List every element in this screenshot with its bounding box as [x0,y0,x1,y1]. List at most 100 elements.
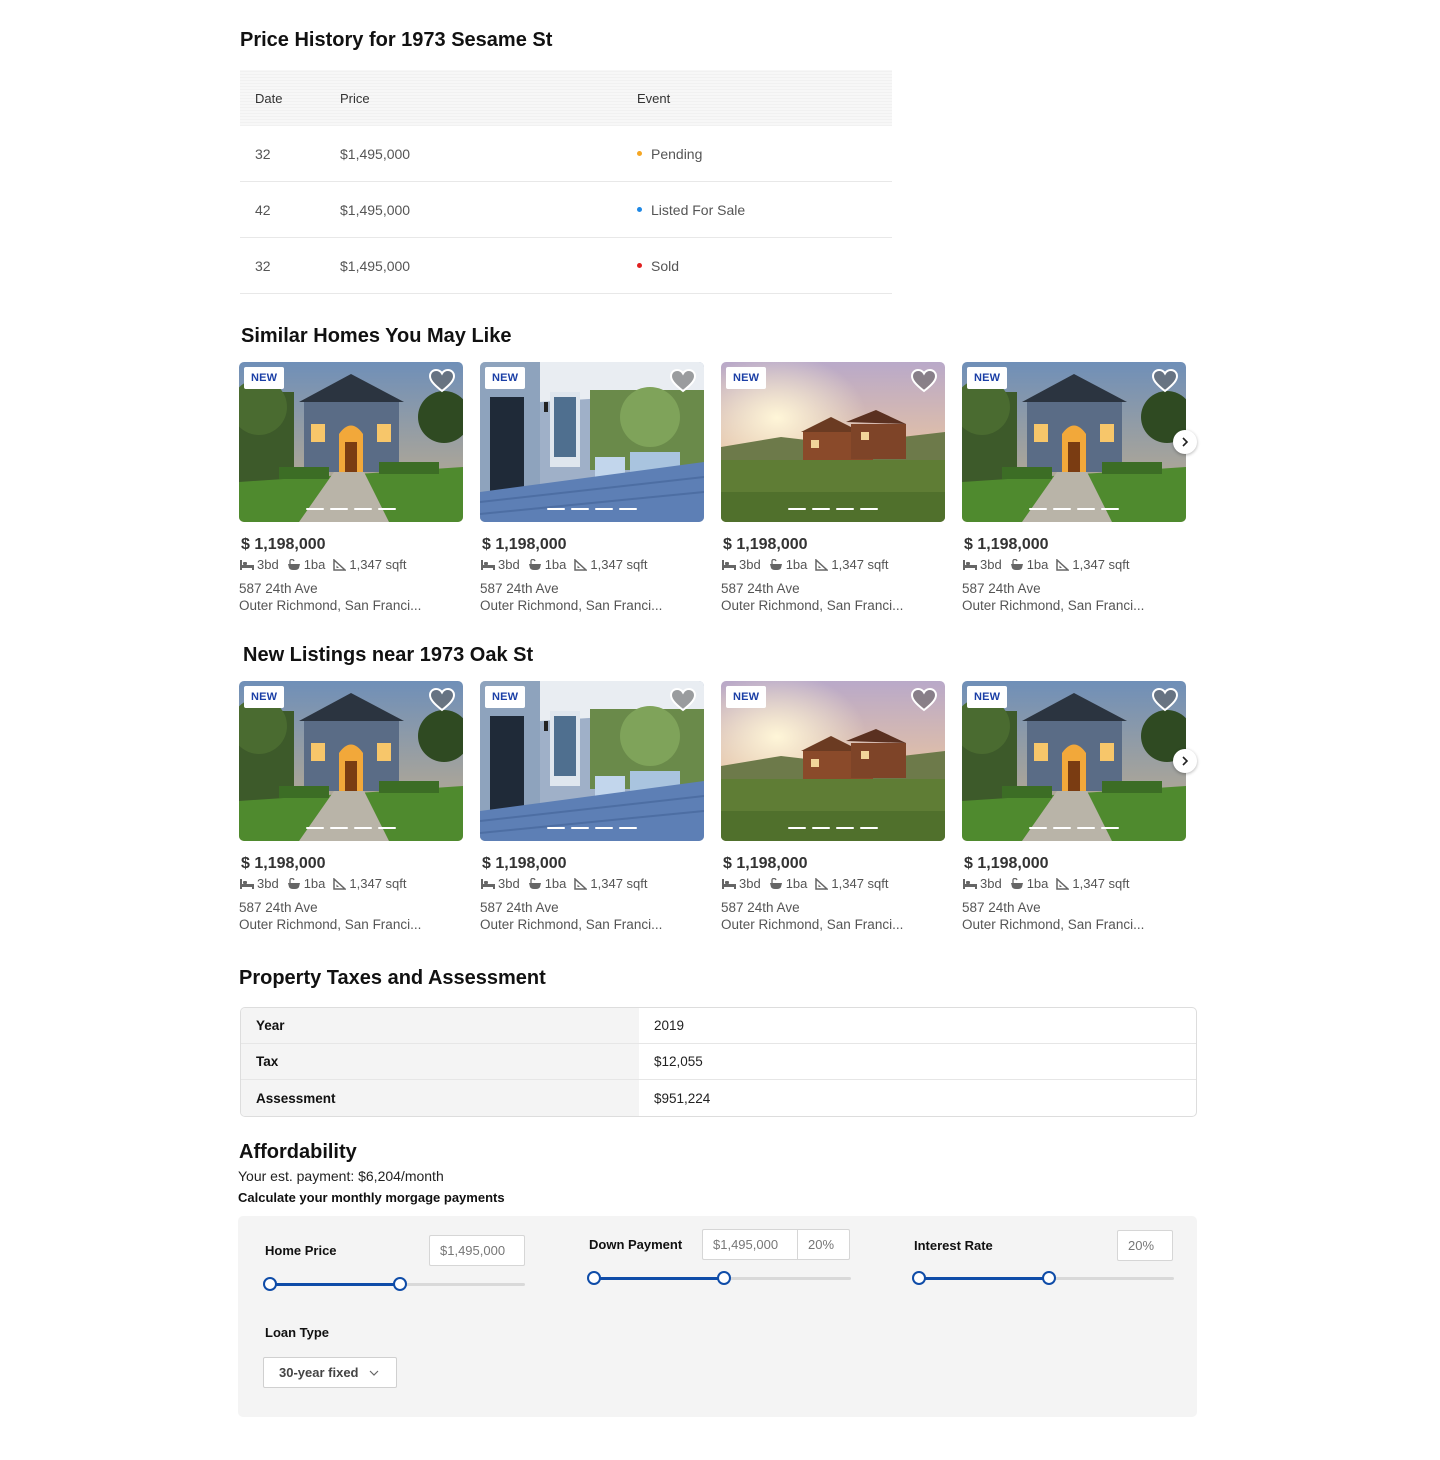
interest-rate-input[interactable]: 20% [1117,1230,1173,1261]
listing-price: $ 1,198,000 [482,855,567,872]
price-history-table: Date Price Event 32 $1,495,000 Pending 4… [240,70,892,294]
address-line-1: 587 24th Ave [721,581,800,596]
slider-min-handle[interactable] [587,1271,601,1285]
listing-price: $ 1,198,000 [241,855,326,872]
tax-table: Year 2019 Tax $12,055 Assessment $951,22… [240,1007,1197,1117]
loan-type-value: 30-year fixed [279,1365,359,1380]
interest-rate-slider[interactable] [912,1271,1174,1285]
listing-card[interactable]: NEW $ 1,198,000 3bd 1ba 1,347 sqft 587 2… [480,362,704,614]
listing-photo[interactable]: NEW [480,681,704,841]
baths: 1ba [1026,876,1049,891]
heart-icon[interactable] [429,688,455,712]
down-payment-percent-input[interactable]: 20% [797,1229,850,1260]
sqft: 1,347 sqft [1072,876,1130,891]
bath-icon [769,558,782,570]
listing-address: 587 24th Ave Outer Richmond, San Franci.… [239,899,463,933]
row-price: $1,495,000 [340,257,411,274]
photo-pager[interactable] [306,508,396,510]
slider-max-handle[interactable] [717,1271,731,1285]
listing-price: $ 1,198,000 [723,536,808,553]
row-date: 42 [255,201,271,218]
listing-photo[interactable]: NEW [721,681,945,841]
sqft: 1,347 sqft [1072,557,1130,572]
interest-rate-label: Interest Rate [914,1238,993,1253]
slider-min-handle[interactable] [912,1271,926,1285]
listing-card[interactable]: NEW $ 1,198,000 3bd 1ba 1,347 sqft 587 2… [962,681,1186,933]
listing-specs: 3bd 1ba 1,347 sqft [962,876,1186,891]
listing-specs: 3bd 1ba 1,347 sqft [721,557,945,572]
tax-value: 2019 [654,1018,685,1033]
listing-card[interactable]: NEW $ 1,198,000 3bd 1ba 1,347 sqft 587 2… [239,681,463,933]
carousel-next-button[interactable] [1173,749,1197,773]
listing-photo[interactable]: NEW [239,362,463,522]
listing-card[interactable]: NEW $ 1,198,000 3bd 1ba 1,347 sqft 587 2… [480,681,704,933]
beds: 3bd [980,876,1002,891]
address-line-2: Outer Richmond, San Franci... [480,598,663,613]
area-icon [815,558,829,571]
address-line-1: 587 24th Ave [239,900,318,915]
photo-pager[interactable] [547,827,637,829]
heart-icon[interactable] [911,369,937,393]
bed-icon [722,560,736,570]
area-icon [574,877,588,890]
new-listings-title: New Listings near 1973 Oak St [243,644,534,666]
carousel-next-button[interactable] [1173,430,1197,454]
table-row: Year 2019 [241,1008,1196,1044]
listing-photo[interactable]: NEW [962,681,1186,841]
down-payment-slider[interactable] [587,1271,851,1285]
listing-card[interactable]: NEW $ 1,198,000 3bd 1ba 1,347 sqft 587 2… [962,362,1186,614]
heart-icon[interactable] [1152,369,1178,393]
bed-icon [722,879,736,889]
photo-pager[interactable] [1029,827,1119,829]
listing-address: 587 24th Ave Outer Richmond, San Franci.… [721,580,945,614]
down-payment-input[interactable]: $1,495,000 [702,1229,798,1260]
listing-specs: 3bd 1ba 1,347 sqft [480,876,704,891]
photo-pager[interactable] [547,508,637,510]
slider-min-handle[interactable] [263,1277,277,1291]
slider-max-handle[interactable] [1042,1271,1056,1285]
beds: 3bd [257,876,279,891]
area-icon [1056,558,1070,571]
listing-price: $ 1,198,000 [241,536,326,553]
heart-icon[interactable] [670,688,696,712]
baths: 1ba [544,876,567,891]
baths: 1ba [544,557,567,572]
address-line-1: 587 24th Ave [239,581,318,596]
down-payment-label: Down Payment [589,1237,683,1252]
row-price: $1,495,000 [340,201,411,218]
photo-pager[interactable] [306,827,396,829]
table-row: Assessment $951,224 [241,1080,1196,1116]
slider-max-handle[interactable] [393,1277,407,1291]
listing-photo[interactable]: NEW [721,362,945,522]
address-line-1: 587 24th Ave [480,581,559,596]
row-price: $1,495,000 [340,145,411,162]
address-line-1: 587 24th Ave [962,581,1041,596]
listing-card[interactable]: NEW $ 1,198,000 3bd 1ba 1,347 sqft 587 2… [239,362,463,614]
listing-photo[interactable]: NEW [480,362,704,522]
bed-icon [963,879,977,889]
listing-photo[interactable]: NEW [962,362,1186,522]
listing-specs: 3bd 1ba 1,347 sqft [962,557,1186,572]
home-price-input[interactable]: $1,495,000 [429,1235,525,1266]
area-icon [574,558,588,571]
photo-pager[interactable] [788,508,878,510]
listing-price: $ 1,198,000 [964,855,1049,872]
listing-address: 587 24th Ave Outer Richmond, San Franci.… [962,580,1186,614]
new-badge: NEW [967,686,1008,708]
loan-type-select[interactable]: 30-year fixed [263,1357,397,1388]
photo-pager[interactable] [1029,508,1119,510]
listing-card[interactable]: NEW $ 1,198,000 3bd 1ba 1,347 sqft 587 2… [721,362,945,614]
heart-icon[interactable] [911,688,937,712]
home-price-slider[interactable] [263,1277,525,1291]
heart-icon[interactable] [670,369,696,393]
sqft: 1,347 sqft [349,557,407,572]
listing-address: 587 24th Ave Outer Richmond, San Franci.… [721,899,945,933]
heart-icon[interactable] [429,369,455,393]
listing-card[interactable]: NEW $ 1,198,000 3bd 1ba 1,347 sqft 587 2… [721,681,945,933]
tax-key: Year [241,1008,639,1043]
calculator-title: Calculate your monthly morgage payments [238,1190,505,1205]
heart-icon[interactable] [1152,688,1178,712]
address-line-2: Outer Richmond, San Franci... [239,598,422,613]
photo-pager[interactable] [788,827,878,829]
listing-photo[interactable]: NEW [239,681,463,841]
